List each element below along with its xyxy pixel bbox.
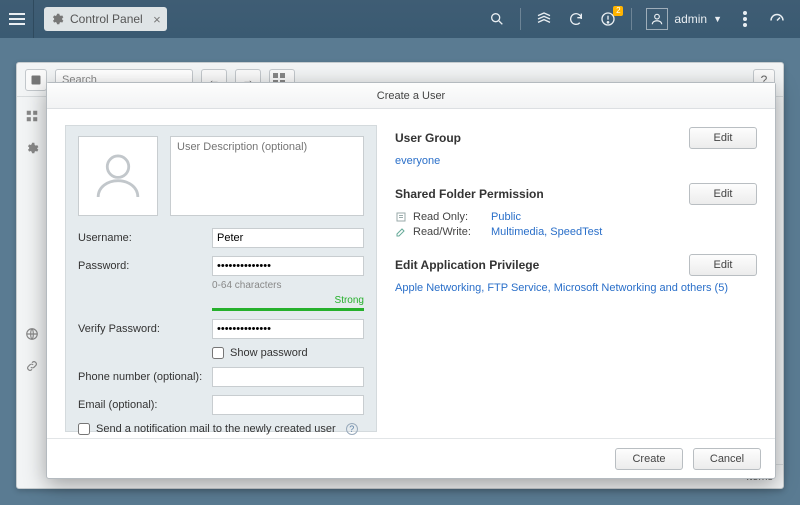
password-input[interactable] xyxy=(212,256,364,276)
notifications-badge: 2 xyxy=(613,6,623,16)
top-bar: Control Panel × 2 admin ▼ xyxy=(0,0,800,38)
search-icon[interactable] xyxy=(488,10,506,28)
edit-shared-folder-button[interactable]: Edit xyxy=(689,183,757,205)
phone-input[interactable] xyxy=(212,367,364,387)
password-strength: Strong xyxy=(212,295,364,311)
tab-control-panel[interactable]: Control Panel × xyxy=(44,7,167,31)
user-group-section: User Group Edit everyone xyxy=(395,127,757,167)
readonly-icon xyxy=(395,211,407,223)
user-form: Username: Password: 0-64 characters Stro… xyxy=(65,125,377,432)
username-input[interactable] xyxy=(212,228,364,248)
readwrite-label: Read/Write: xyxy=(413,226,485,238)
readonly-value[interactable]: Public xyxy=(491,211,521,223)
email-input[interactable] xyxy=(212,395,364,415)
user-group-title: User Group xyxy=(395,131,461,145)
refresh-icon[interactable] xyxy=(567,10,585,28)
user-group-value[interactable]: everyone xyxy=(395,155,440,167)
readonly-label: Read Only: xyxy=(413,211,485,223)
stack-icon[interactable] xyxy=(535,10,553,28)
cancel-button[interactable]: Cancel xyxy=(693,448,761,470)
app-privilege-value[interactable]: Apple Networking, FTP Service, Microsoft… xyxy=(395,282,728,294)
gear-icon xyxy=(50,12,64,26)
username-label: Username: xyxy=(78,232,212,244)
verify-password-label: Verify Password: xyxy=(78,323,212,335)
more-icon[interactable] xyxy=(736,10,754,28)
show-password-checkbox[interactable] xyxy=(212,347,224,359)
email-label: Email (optional): xyxy=(78,399,212,411)
app-privilege-title: Edit Application Privilege xyxy=(395,258,539,272)
chevron-down-icon: ▼ xyxy=(713,14,722,24)
notify-label: Send a notification mail to the newly cr… xyxy=(96,423,336,435)
menu-hamburger-icon[interactable] xyxy=(0,0,34,38)
sidebar-globe-icon[interactable] xyxy=(23,325,41,343)
sidebar-grid-icon[interactable] xyxy=(23,107,41,125)
readwrite-icon xyxy=(395,226,407,238)
description-input[interactable] xyxy=(170,136,364,216)
notify-checkbox[interactable] xyxy=(78,423,90,435)
password-label: Password: xyxy=(78,260,212,272)
sidebar-gear-icon[interactable] xyxy=(23,139,41,157)
panel-icon[interactable] xyxy=(25,69,47,91)
edit-user-group-button[interactable]: Edit xyxy=(689,127,757,149)
tab-label: Control Panel xyxy=(70,12,143,26)
notifications-icon[interactable]: 2 xyxy=(599,10,617,28)
create-button[interactable]: Create xyxy=(615,448,683,470)
user-menu[interactable]: admin ▼ xyxy=(646,8,722,30)
dialog-title: Create a User xyxy=(47,83,775,109)
create-user-dialog: Create a User Username: Password: 0-64 c… xyxy=(46,82,776,479)
close-icon[interactable]: × xyxy=(153,12,161,27)
user-avatar-icon xyxy=(646,8,668,30)
sidebar-link-icon[interactable] xyxy=(23,357,41,375)
show-password-label: Show password xyxy=(230,347,308,359)
avatar-placeholder[interactable] xyxy=(78,136,158,216)
readwrite-value[interactable]: Multimedia, SpeedTest xyxy=(491,226,602,238)
edit-app-privilege-button[interactable]: Edit xyxy=(689,254,757,276)
shared-folder-section: Shared Folder Permission Edit Read Only:… xyxy=(395,183,757,238)
phone-label: Phone number (optional): xyxy=(78,371,212,383)
info-icon[interactable]: ? xyxy=(346,423,358,435)
person-icon xyxy=(90,148,146,204)
verify-password-input[interactable] xyxy=(212,319,364,339)
user-name: admin xyxy=(674,12,707,26)
app-privilege-section: Edit Application Privilege Edit Apple Ne… xyxy=(395,254,757,294)
dashboard-icon[interactable] xyxy=(768,10,786,28)
password-hint: 0-64 characters xyxy=(212,280,364,291)
permissions-pane: User Group Edit everyone Shared Folder P… xyxy=(395,125,757,432)
shared-folder-title: Shared Folder Permission xyxy=(395,187,544,201)
